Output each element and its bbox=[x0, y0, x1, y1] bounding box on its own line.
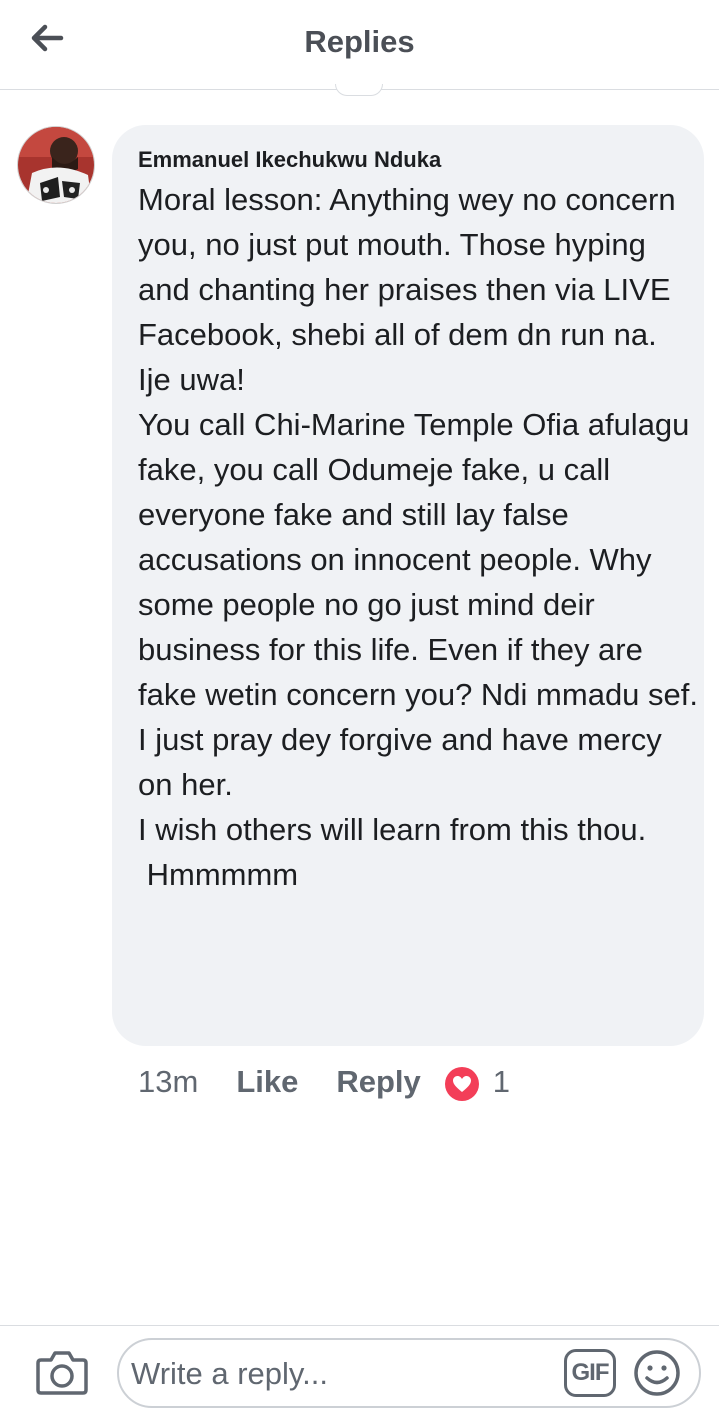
heart-reaction-icon[interactable] bbox=[444, 1067, 479, 1101]
camera-button[interactable] bbox=[35, 1346, 89, 1398]
reply-composer: GIF bbox=[0, 1325, 719, 1418]
page-title: Replies bbox=[304, 24, 415, 59]
reply-field[interactable]: GIF bbox=[117, 1338, 701, 1408]
header-bar: Replies bbox=[0, 0, 719, 90]
comment-actions: 13m Like Reply 1 bbox=[138, 1062, 510, 1102]
comment-bubble[interactable]: Emmanuel Ikechukwu Nduka Moral lesson: A… bbox=[112, 125, 704, 1046]
comment-text: Moral lesson: Anything wey no concern yo… bbox=[138, 182, 698, 892]
comment-author[interactable]: Emmanuel Ikechukwu Nduka bbox=[138, 147, 441, 173]
camera-icon bbox=[36, 1351, 88, 1395]
reply-input[interactable] bbox=[131, 1350, 561, 1398]
emoji-button[interactable] bbox=[633, 1349, 681, 1397]
gif-button[interactable]: GIF bbox=[564, 1349, 616, 1397]
avatar[interactable] bbox=[17, 126, 95, 204]
heart-icon bbox=[452, 1076, 471, 1092]
profile-photo bbox=[18, 127, 94, 203]
comment-timestamp[interactable]: 13m bbox=[138, 1064, 198, 1100]
reaction-count[interactable]: 1 bbox=[493, 1064, 510, 1100]
reply-button[interactable]: Reply bbox=[336, 1064, 420, 1100]
smiley-icon bbox=[634, 1350, 680, 1396]
pull-handle bbox=[335, 84, 383, 96]
like-button[interactable]: Like bbox=[236, 1064, 298, 1100]
